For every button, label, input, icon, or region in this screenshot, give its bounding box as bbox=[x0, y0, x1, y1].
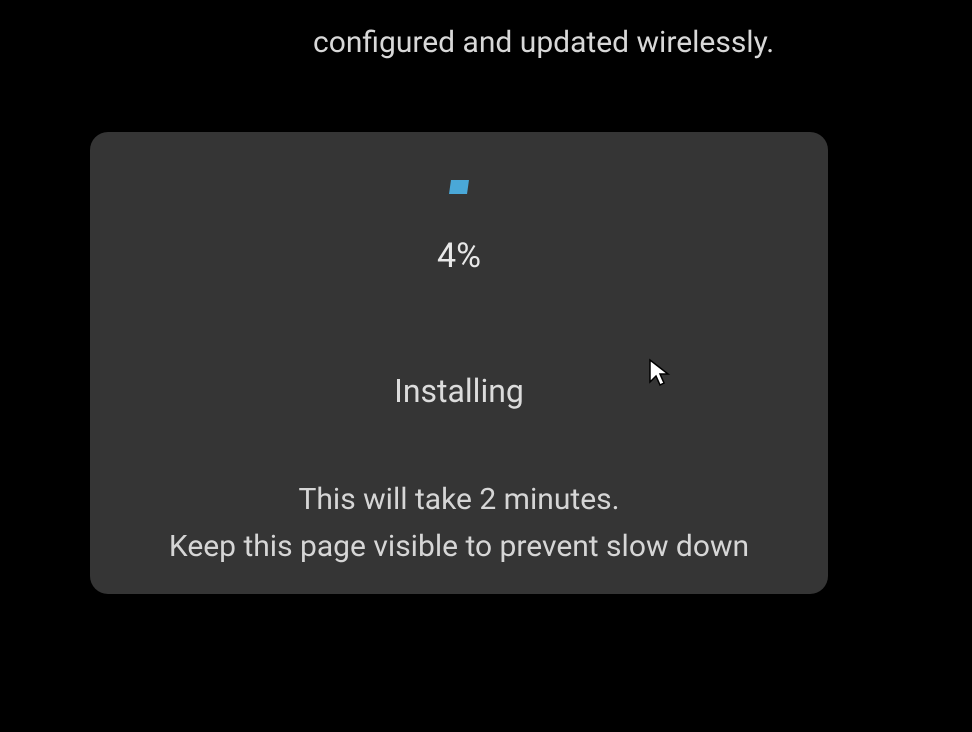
install-status: Installing bbox=[394, 372, 524, 410]
background-description-text: configured and updated wirelessly. bbox=[313, 25, 774, 60]
spinner-icon bbox=[449, 180, 469, 194]
install-warning-text: Keep this page visible to prevent slow d… bbox=[169, 529, 749, 564]
install-duration-text: This will take 2 minutes. bbox=[298, 482, 619, 517]
progress-percent: 4% bbox=[437, 236, 481, 276]
installing-modal: 4% Installing This will take 2 minutes. … bbox=[90, 132, 828, 594]
